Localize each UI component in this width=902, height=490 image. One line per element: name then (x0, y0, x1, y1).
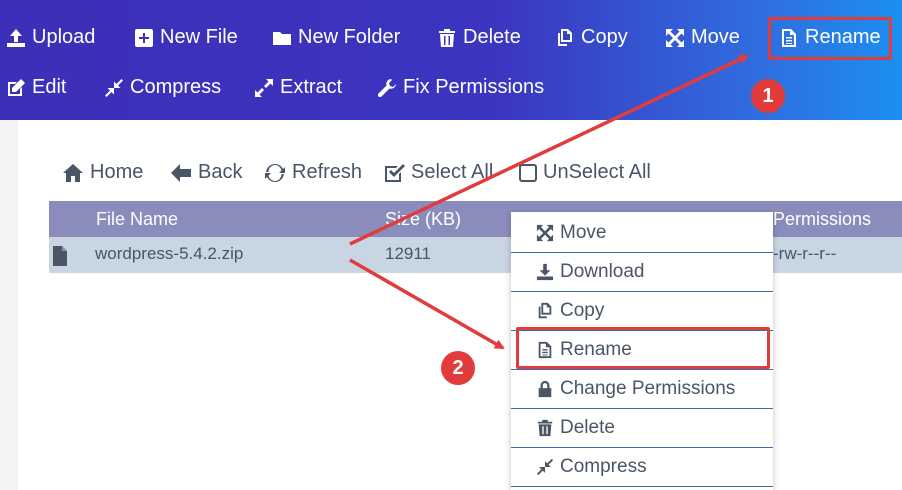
plus-square-icon (134, 28, 154, 48)
extract-button[interactable]: Extract (254, 76, 342, 99)
copy-icon (536, 302, 554, 320)
annotation-badge-2: 2 (441, 351, 475, 385)
upload-icon (6, 28, 26, 48)
context-compress-label: Compress (560, 456, 647, 477)
home-icon (62, 162, 84, 184)
new-folder-label: New Folder (298, 26, 401, 48)
select-all-button[interactable]: Select All (383, 161, 493, 184)
annotation-badge-1: 1 (751, 79, 785, 113)
move-arrows-icon (665, 28, 685, 48)
context-rename-highlight-box (516, 327, 770, 369)
copy-label: Copy (581, 26, 628, 48)
checked-box-icon (383, 162, 405, 184)
move-label: Move (691, 26, 740, 48)
upload-button[interactable]: Upload (6, 26, 95, 49)
header-file-name[interactable]: File Name (96, 209, 178, 230)
context-move-item[interactable]: Move (511, 214, 773, 253)
wrench-icon (377, 78, 397, 98)
copy-icon (555, 28, 575, 48)
folder-icon (272, 28, 292, 48)
file-icon (53, 246, 67, 266)
context-download-label: Download (560, 261, 645, 282)
context-download-item[interactable]: Download (511, 253, 773, 292)
file-name-cell: wordpress-5.4.2.zip (95, 244, 244, 263)
back-arrow-icon (170, 162, 192, 184)
context-delete-item[interactable]: Delete (511, 409, 773, 448)
context-copy-label: Copy (560, 300, 605, 321)
edit-icon (6, 78, 26, 98)
expand-icon (254, 78, 274, 98)
rename-highlight-box (768, 17, 892, 60)
fix-permissions-label: Fix Permissions (403, 76, 545, 98)
back-button[interactable]: Back (170, 161, 242, 184)
table-row[interactable]: wordpress-5.4.2.zip 12911 -rw-r--r-- (49, 237, 902, 273)
context-compress-item[interactable]: Compress (511, 448, 773, 487)
delete-button[interactable]: Delete (437, 26, 521, 49)
context-change-permissions-item[interactable]: Change Permissions (511, 370, 773, 409)
select-all-label: Select All (411, 161, 494, 183)
compress-icon (104, 78, 124, 98)
extract-label: Extract (280, 76, 343, 98)
home-label: Home (90, 161, 144, 183)
context-change-permissions-label: Change Permissions (560, 378, 736, 399)
file-permissions-cell: -rw-r--r-- (773, 244, 837, 263)
home-button[interactable]: Home (62, 161, 143, 184)
context-copy-item[interactable]: Copy (511, 292, 773, 331)
refresh-label: Refresh (292, 161, 363, 183)
unselect-all-label: UnSelect All (543, 161, 651, 183)
edit-button[interactable]: Edit (6, 76, 66, 99)
new-file-button[interactable]: New File (134, 26, 238, 49)
header-size[interactable]: Size (KB) (385, 209, 461, 230)
new-folder-button[interactable]: New Folder (272, 26, 400, 49)
trash-icon (536, 419, 554, 437)
edit-label: Edit (32, 76, 67, 98)
empty-checkbox-icon (519, 163, 537, 182)
delete-label: Delete (463, 26, 521, 48)
compress-label: Compress (130, 76, 222, 98)
file-size-cell: 12911 (385, 244, 432, 263)
refresh-button[interactable]: Refresh (264, 161, 362, 184)
back-label: Back (198, 161, 243, 183)
trash-icon (437, 28, 457, 48)
file-table-header: File Name Size (KB) Permissions (49, 201, 902, 237)
main-left-edge (0, 120, 18, 490)
refresh-icon (264, 162, 286, 184)
compress-icon (536, 458, 554, 476)
new-file-label: New File (160, 26, 238, 48)
fix-permissions-button[interactable]: Fix Permissions (377, 76, 544, 99)
download-icon (536, 263, 554, 281)
context-move-label: Move (560, 222, 607, 243)
header-permissions[interactable]: Permissions (773, 209, 871, 230)
compress-button[interactable]: Compress (104, 76, 221, 99)
move-button[interactable]: Move (665, 26, 740, 49)
move-arrows-icon (536, 224, 554, 242)
unselect-all-button[interactable]: UnSelect All (519, 161, 651, 184)
lock-icon (536, 380, 554, 398)
arrow-to-context-rename (349, 258, 505, 350)
copy-button[interactable]: Copy (555, 26, 628, 49)
context-delete-label: Delete (560, 417, 615, 438)
upload-label: Upload (32, 26, 96, 48)
